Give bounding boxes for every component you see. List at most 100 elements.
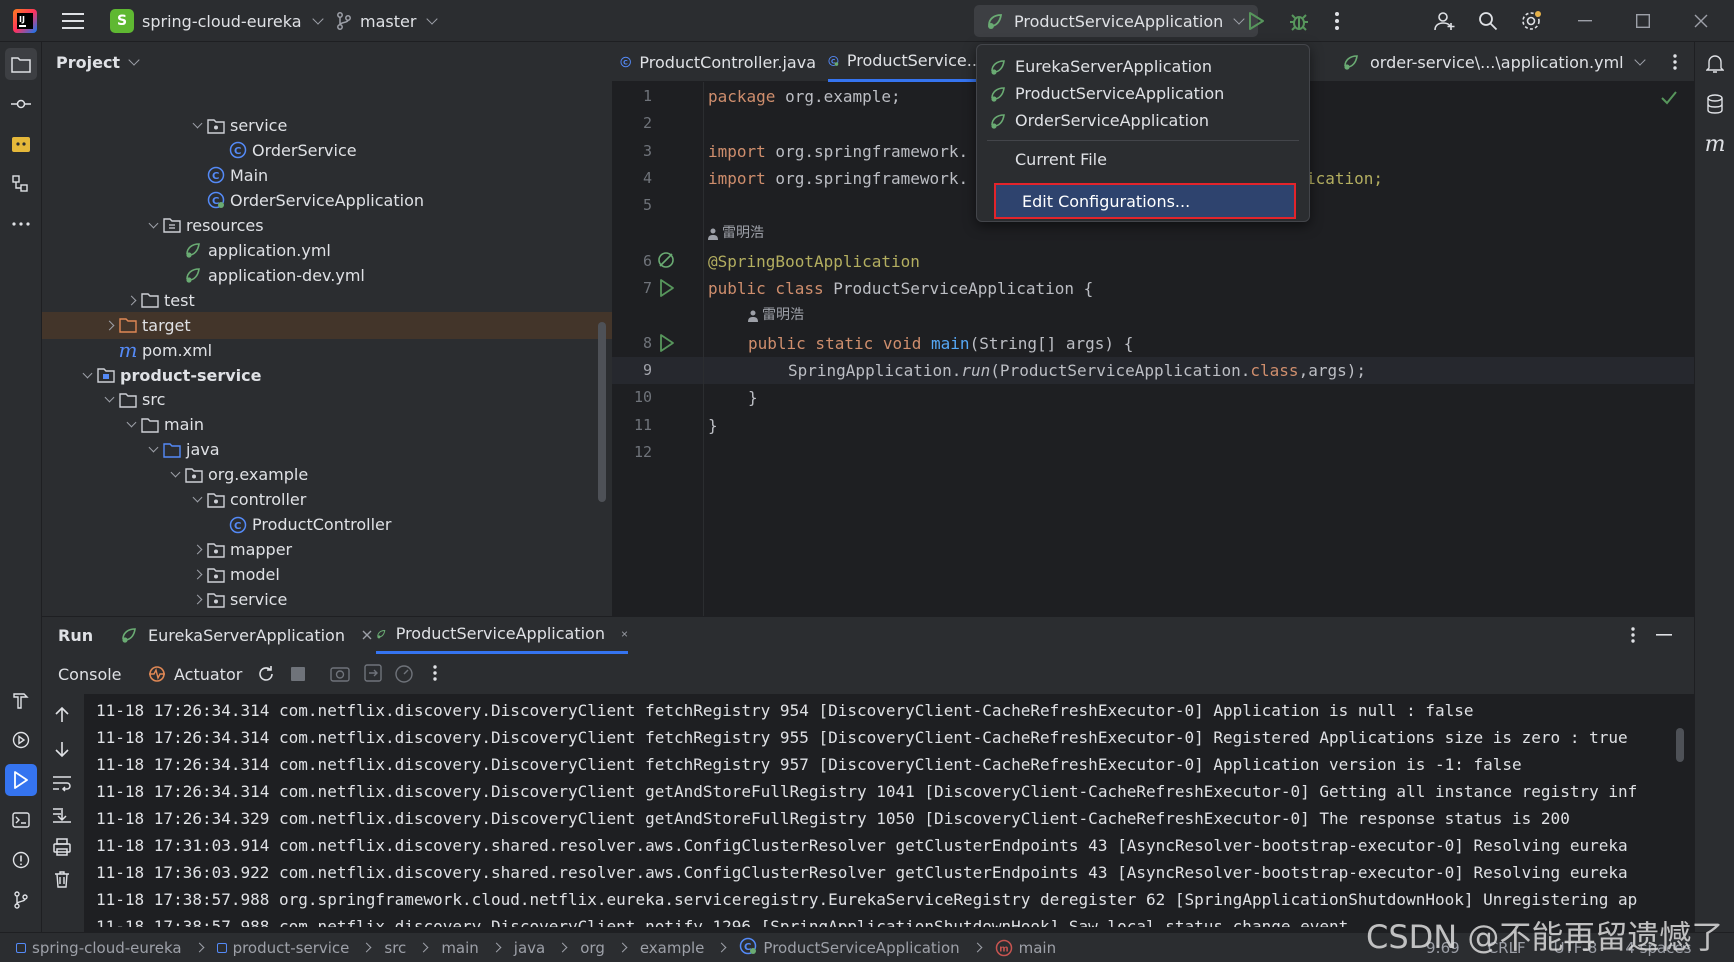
breadcrumb-item[interactable]: java [514,939,568,957]
tree-item[interactable]: service [42,112,612,139]
structure-tool-button[interactable] [5,168,37,200]
code-line-6[interactable]: @SpringBootApplication [708,248,920,275]
settings-button[interactable] [1520,0,1542,42]
tree-item[interactable]: C OrderServiceApplication [42,187,612,214]
more-vertical-icon[interactable] [1630,626,1636,644]
tab-product-service-application[interactable]: C ProductService... [828,42,982,82]
tree-item[interactable]: target [42,311,612,339]
code-line-7[interactable]: public class ProductServiceApplication { [708,275,1093,302]
tree-item[interactable]: mapper [42,536,612,563]
tree-item[interactable]: java [42,436,612,463]
problems-tool-button[interactable] [5,844,37,876]
services-tool-button[interactable] [5,724,37,756]
tree-item[interactable]: m pom.xml [42,337,612,364]
popup-item-order[interactable]: OrderServiceApplication [989,107,1295,134]
tree-item[interactable]: application-dev.yml [42,262,612,289]
account-button[interactable] [1434,0,1456,42]
run-dashboard-icon[interactable] [394,664,416,684]
chevron-down-icon[interactable] [144,442,162,453]
code-line-3[interactable]: import org.springframework. [708,138,968,165]
commit-tool-button[interactable] [5,88,37,120]
tree-item[interactable]: service [42,586,612,613]
chevron-right-icon[interactable] [188,544,206,555]
line-number[interactable]: 9 [612,357,652,384]
more-vertical-icon[interactable] [432,664,438,682]
terminal-tool-button[interactable] [5,804,37,836]
actuator-subtab[interactable]: Actuator [148,656,242,692]
rerun-icon[interactable] [256,664,276,684]
code-line-10[interactable]: } [748,384,758,411]
code-line-4[interactable]: import org.springframework. [708,165,968,192]
plugin-tool-button[interactable] [5,128,37,160]
tree-item[interactable]: src [42,386,612,413]
line-number[interactable]: 3 [612,138,652,165]
chevron-down-icon[interactable] [166,467,184,478]
tab-order-service-yml[interactable]: order-service\...\application.yml [1342,42,1624,82]
run-gutter-icon[interactable] [658,333,676,353]
run-tab-eureka[interactable]: EurekaServerApplication [120,616,373,654]
line-number[interactable]: 7 [612,275,652,302]
chevron-right-icon[interactable] [188,569,206,580]
tree-item[interactable]: C ProductController [42,511,612,538]
tab-list-button[interactable] [1632,42,1646,82]
git-tool-button[interactable] [5,884,37,916]
breadcrumb-item[interactable]: org [580,939,628,957]
chevron-right-icon[interactable] [122,295,140,306]
chevron-right-icon[interactable] [100,320,118,331]
tree-scrollbar[interactable] [598,322,606,502]
notifications-tool-button[interactable] [1699,48,1731,80]
restore-layout-icon[interactable] [364,664,382,682]
spring-bean-gutter-icon[interactable] [656,250,678,272]
main-menu-button[interactable] [62,0,84,42]
project-panel-header[interactable]: Project [56,42,140,82]
chevron-down-icon[interactable] [100,392,118,403]
chevron-down-icon[interactable] [188,492,206,503]
code-author-hint[interactable]: 雷明浩 [748,302,804,329]
project-selector[interactable]: S spring-cloud-eureka [110,0,324,42]
camera-icon[interactable] [330,664,350,682]
tree-item[interactable]: controller [42,486,612,513]
close-window-button[interactable] [1694,0,1708,42]
run-tab-product[interactable]: ProductServiceApplication [376,616,628,654]
popup-item-eureka[interactable]: EurekaServerApplication [989,53,1295,80]
code-author-hint[interactable]: 雷明浩 [708,220,764,247]
tree-item[interactable]: resources [42,212,612,239]
minimize-button[interactable] [1578,0,1592,42]
run-button[interactable] [1246,0,1266,42]
database-tool-button[interactable] [1699,88,1731,120]
close-tab-icon[interactable] [621,628,628,640]
line-number[interactable]: 1 [612,83,652,110]
run-tool-button[interactable] [5,764,37,796]
tab-product-controller[interactable]: C ProductController.java [620,42,816,82]
tree-item[interactable]: main [42,411,612,438]
branch-selector[interactable]: master [336,0,439,42]
tree-item[interactable]: org.example [42,461,612,488]
more-tools-button[interactable] [5,208,37,240]
tree-item[interactable]: C Main [42,162,612,189]
tree-item[interactable]: test [42,287,612,314]
scroll-up-icon[interactable] [54,706,70,724]
breadcrumb-item[interactable]: main [441,939,502,957]
line-number[interactable]: 5 [612,192,652,219]
run-gutter-icon[interactable] [658,278,676,298]
breadcrumb-item[interactable]: src [384,939,429,957]
line-number[interactable]: 8 [612,330,652,357]
breadcrumb-item[interactable]: example [640,939,727,957]
maximize-button[interactable] [1636,0,1650,42]
stop-icon[interactable] [290,666,306,682]
console-scrollbar[interactable] [1676,728,1684,762]
chevron-down-icon[interactable] [144,218,162,229]
app-logo[interactable]: IJ [12,0,38,42]
breadcrumb-item[interactable]: C ProductServiceApplication [739,937,983,959]
chevron-right-icon[interactable] [188,594,206,605]
breadcrumb-item[interactable]: spring-cloud-eureka [16,939,205,957]
maven-tool-button[interactable]: m [1699,128,1731,160]
chevron-down-icon[interactable] [188,118,206,129]
debug-button[interactable] [1288,0,1310,42]
hide-panel-icon[interactable] [1656,634,1672,636]
popup-item-current-file[interactable]: Current File [989,146,1295,173]
breadcrumb-item[interactable]: m main [995,939,1056,957]
chevron-down-icon[interactable] [122,417,140,428]
print-icon[interactable] [52,838,72,856]
popup-item-product[interactable]: ProductServiceApplication [989,80,1295,107]
